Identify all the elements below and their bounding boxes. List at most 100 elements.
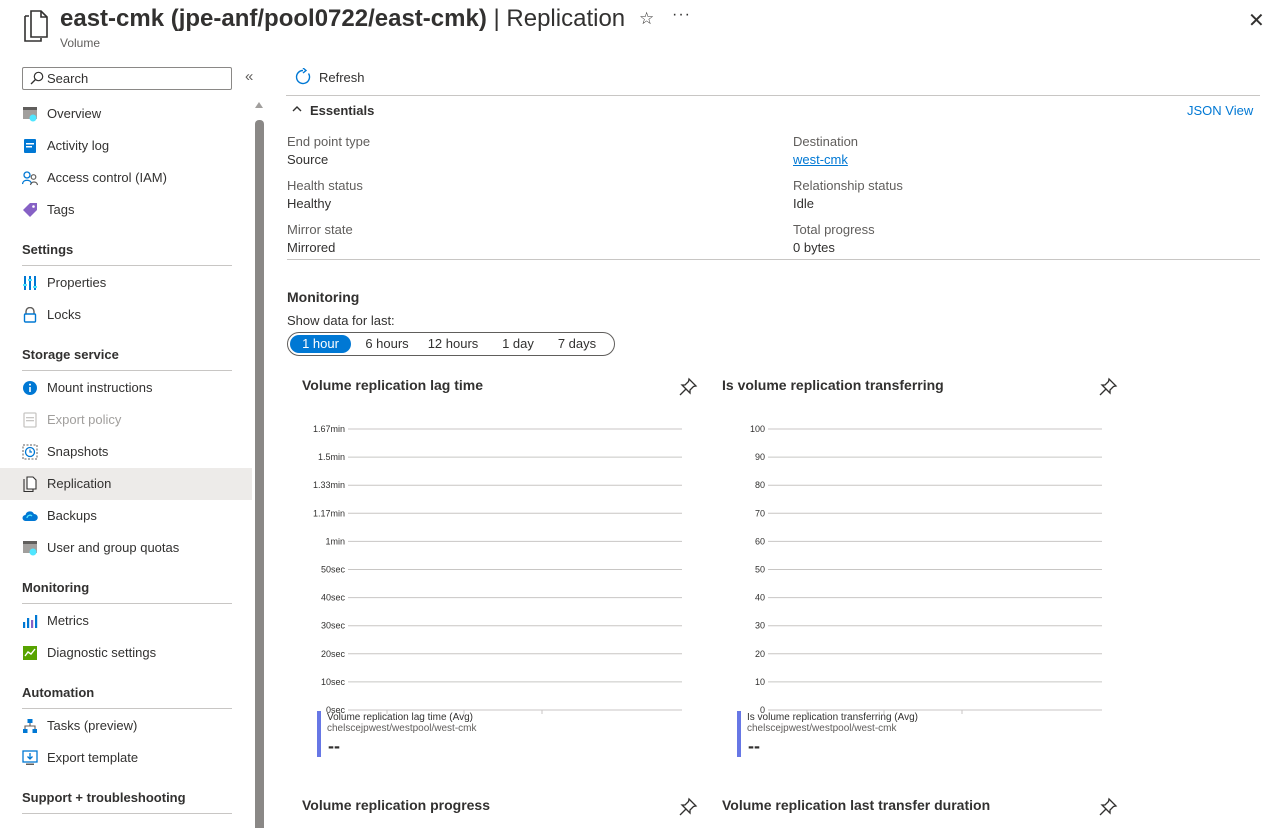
transferring-chart[interactable]: 010203040506070809010010:30 PM10:45 PM11… bbox=[722, 407, 1122, 717]
pin-icon[interactable] bbox=[1098, 797, 1118, 817]
sidebar-item-activity-log[interactable]: Activity log bbox=[0, 130, 252, 162]
diagnostic-settings-icon bbox=[23, 646, 37, 660]
endpoint-type-label: End point type bbox=[287, 134, 371, 149]
sidebar-item-export-policy[interactable]: Export policy bbox=[0, 404, 252, 436]
sidebar-item-label: Access control (IAM) bbox=[47, 170, 167, 185]
sidebar-item-replication[interactable]: Replication bbox=[0, 468, 252, 500]
more-options-icon[interactable]: ··· bbox=[672, 6, 691, 24]
y-tick-label: 50 bbox=[755, 565, 765, 575]
y-tick-label: 1.67min bbox=[313, 424, 345, 434]
sidebar-item-label: Locks bbox=[47, 307, 81, 322]
activity-log-icon bbox=[24, 139, 36, 153]
time-range-option[interactable]: 6 hours bbox=[358, 336, 416, 352]
info-icon bbox=[23, 381, 37, 395]
replication-icon bbox=[23, 476, 37, 492]
title-resource: east-cmk (jpe-anf/pool0722/east-cmk) bbox=[60, 5, 487, 32]
time-range-option[interactable]: 12 hours bbox=[422, 336, 484, 352]
essentials-toggle[interactable]: Essentials bbox=[310, 103, 374, 118]
quota-icon bbox=[23, 541, 37, 556]
pin-icon[interactable] bbox=[678, 797, 698, 817]
y-tick-label: 20sec bbox=[321, 649, 346, 659]
sidebar-item-properties[interactable]: Properties bbox=[0, 267, 252, 299]
time-range-option[interactable]: 1 day bbox=[496, 336, 540, 352]
favorite-star-icon[interactable]: ☆ bbox=[639, 9, 654, 29]
chart-title[interactable]: Volume replication lag time bbox=[302, 377, 483, 393]
tasks-icon bbox=[23, 719, 37, 733]
legend-series-name: Volume replication lag time (Avg) bbox=[327, 712, 473, 723]
sidebar-item-label: Properties bbox=[47, 275, 107, 290]
refresh-label: Refresh bbox=[319, 70, 365, 85]
scroll-up-arrow-icon[interactable] bbox=[255, 102, 263, 108]
destination-link[interactable]: west-cmk bbox=[793, 152, 848, 167]
relationship-status-value: Idle bbox=[793, 196, 814, 211]
sidebar-item-label: Metrics bbox=[47, 613, 89, 628]
destination-label: Destination bbox=[793, 134, 859, 149]
chart-title[interactable]: Volume replication last transfer duratio… bbox=[722, 797, 990, 813]
close-icon[interactable]: ✕ bbox=[1248, 8, 1265, 33]
collapse-sidebar-icon[interactable]: « bbox=[245, 68, 253, 85]
sidebar-item-metrics[interactable]: Metrics bbox=[0, 605, 252, 637]
total-progress-label: Total progress bbox=[793, 222, 875, 237]
pin-icon[interactable] bbox=[678, 377, 698, 397]
sidebar-item-label: Export template bbox=[47, 750, 139, 765]
sidebar-item-user-group-quotas[interactable]: User and group quotas bbox=[0, 532, 252, 564]
section-divider bbox=[22, 603, 232, 604]
page-subtitle: Volume bbox=[60, 36, 101, 50]
mirror-state-value: Mirrored bbox=[287, 240, 336, 255]
y-tick-label: 50sec bbox=[321, 565, 346, 575]
y-tick-label: 10 bbox=[755, 677, 765, 687]
sidebar-scrollbar[interactable] bbox=[255, 120, 264, 828]
lock-icon bbox=[23, 307, 37, 323]
sidebar-item-label: Snapshots bbox=[47, 444, 109, 459]
mirror-state-label: Mirror state bbox=[287, 222, 353, 237]
sidebar-item-mount-instructions[interactable]: Mount instructions bbox=[0, 372, 252, 404]
monitoring-heading: Monitoring bbox=[287, 289, 360, 305]
chart-title[interactable]: Is volume replication transferring bbox=[722, 377, 944, 393]
endpoint-type-value: Source bbox=[287, 152, 329, 167]
sidebar-item-locks[interactable]: Locks bbox=[0, 299, 252, 331]
sidebar-item-snapshots[interactable]: Snapshots bbox=[0, 436, 252, 468]
command-bar-divider bbox=[286, 95, 1260, 96]
sidebar-item-tasks[interactable]: Tasks (preview) bbox=[0, 710, 252, 742]
sidebar-item-diagnostic-settings[interactable]: Diagnostic settings bbox=[0, 637, 252, 669]
sidebar-item-tags[interactable]: Tags bbox=[0, 194, 252, 226]
sidebar-item-label: Backups bbox=[47, 508, 97, 523]
backup-cloud-icon bbox=[22, 511, 38, 521]
export-template-icon bbox=[22, 750, 38, 765]
title-separator: | bbox=[486, 5, 507, 32]
sidebar-item-export-template[interactable]: Export template bbox=[0, 742, 252, 774]
time-range-option[interactable]: 1 hour bbox=[290, 335, 351, 353]
lag-time-chart[interactable]: 0sec10sec20sec30sec40sec50sec1min1.17min… bbox=[302, 407, 702, 717]
chart-title[interactable]: Volume replication progress bbox=[302, 797, 490, 813]
pin-icon[interactable] bbox=[1098, 377, 1118, 397]
chart-card-transferring: Is volume replication transferring 0 10 20… bbox=[722, 377, 1122, 777]
sidebar-item-overview[interactable]: Overview bbox=[0, 98, 252, 130]
chart-card-lag-time: Volume replication lag time 0sec 10sec 20s… bbox=[302, 377, 702, 777]
search-input[interactable]: Search bbox=[22, 67, 232, 90]
y-tick-label: 1.5min bbox=[318, 452, 345, 462]
search-icon bbox=[30, 71, 44, 85]
json-view-link[interactable]: JSON View bbox=[1187, 103, 1253, 118]
sidebar-item-label: Tasks (preview) bbox=[47, 718, 138, 733]
legend-value: -- bbox=[328, 736, 340, 756]
replication-volume-icon bbox=[24, 10, 48, 42]
y-tick-label: 40 bbox=[755, 593, 765, 603]
snapshot-icon bbox=[22, 444, 38, 460]
sidebar-item-backups[interactable]: Backups bbox=[0, 500, 252, 532]
chevron-up-icon[interactable] bbox=[292, 104, 302, 114]
time-range-option[interactable]: 7 days bbox=[552, 336, 602, 352]
page-header: east-cmk (jpe-anf/pool0722/east-cmk) | R… bbox=[0, 0, 1281, 60]
legend-resource: chelscejpwest/westpool/west-cmk bbox=[327, 723, 477, 734]
iam-icon bbox=[22, 171, 38, 186]
section-support-heading: Support + troubleshooting bbox=[22, 790, 186, 805]
section-settings-heading: Settings bbox=[22, 242, 74, 257]
health-status-label: Health status bbox=[287, 178, 363, 193]
refresh-icon bbox=[295, 68, 311, 85]
sidebar-item-label: Replication bbox=[47, 476, 112, 491]
chart-card-progress: Volume replication progress bbox=[302, 797, 702, 827]
y-tick-label: 40sec bbox=[321, 593, 346, 603]
relationship-status-label: Relationship status bbox=[793, 178, 903, 193]
sidebar-item-access-control[interactable]: Access control (IAM) bbox=[0, 162, 252, 194]
search-placeholder: Search bbox=[47, 71, 89, 86]
sidebar-item-label: Activity log bbox=[47, 138, 110, 153]
